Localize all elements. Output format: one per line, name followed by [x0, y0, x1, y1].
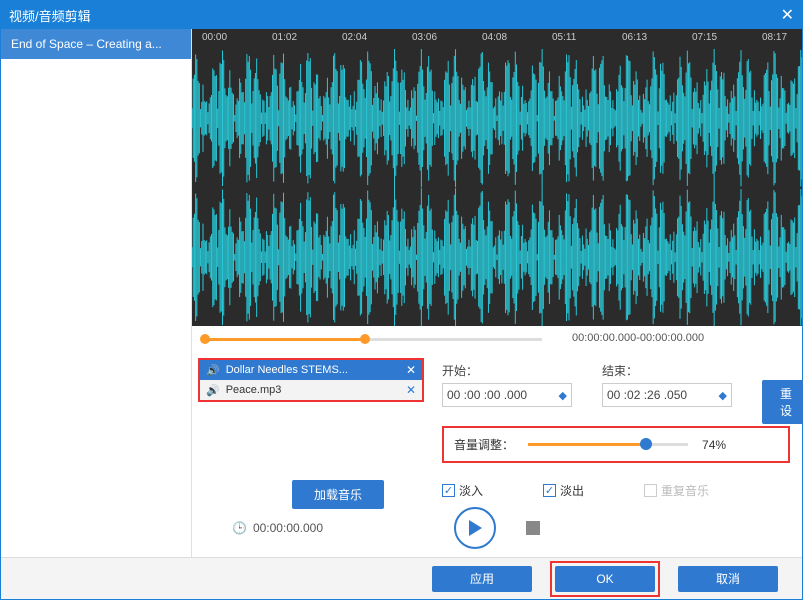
volume-label: 音量调整：: [454, 436, 514, 453]
waveform-left-icon: [192, 49, 802, 188]
ruler-tick: 00:00: [202, 32, 227, 43]
sidebar-item-label: End of Space – Creating a...: [11, 37, 162, 51]
music-item[interactable]: 🔊 Peace.mp3 ✕: [200, 380, 422, 400]
spinner-icon[interactable]: ◆: [719, 389, 727, 402]
music-list: 🔊 Dollar Needles STEMS... ✕ 🔊 Peace.mp3 …: [198, 358, 424, 402]
ok-button[interactable]: OK: [555, 566, 655, 592]
ruler-tick: 03:06: [412, 32, 437, 43]
speaker-icon: 🔊: [206, 384, 220, 397]
music-item-label: Dollar Needles STEMS...: [226, 364, 348, 376]
waveform-right-icon: [192, 188, 802, 327]
window-title: 视频/音频剪辑: [9, 6, 91, 25]
music-item-selected[interactable]: 🔊 Dollar Needles STEMS... ✕: [200, 360, 422, 380]
end-time-input[interactable]: 00 :02 :26 .050 ◆: [602, 383, 732, 407]
range-handle-end[interactable]: [360, 334, 370, 344]
ruler-tick: 08:17: [762, 32, 787, 43]
close-icon[interactable]: ✕: [781, 5, 794, 25]
volume-slider[interactable]: [528, 443, 688, 446]
sidebar-item[interactable]: End of Space – Creating a...: [1, 29, 191, 59]
waveform-display[interactable]: [192, 49, 802, 326]
titlebar: 视频/音频剪辑 ✕: [1, 1, 802, 29]
fadeout-checkbox[interactable]: ✓ 淡出: [543, 482, 584, 499]
play-icon: [467, 519, 483, 537]
sidebar: End of Space – Creating a...: [1, 29, 192, 557]
fadein-checkbox[interactable]: ✓ 淡入: [442, 482, 483, 499]
load-music-button[interactable]: 加载音乐: [292, 480, 384, 509]
cancel-button[interactable]: 取消: [678, 566, 778, 592]
checkbox-empty-icon: [644, 484, 657, 497]
checkmark-icon: ✓: [442, 484, 455, 497]
start-time-value: 00 :00 :00 .000: [447, 388, 527, 402]
range-fill: [204, 338, 364, 341]
ruler-tick: 01:02: [272, 32, 297, 43]
range-handle-start[interactable]: [200, 334, 210, 344]
speaker-icon: 🔊: [206, 364, 220, 377]
main-panel: 00:00 01:02 02:04 03:06 04:08 05:11 06:1…: [192, 29, 802, 557]
clock-icon: 🕒: [232, 521, 247, 535]
music-item-label: Peace.mp3: [226, 384, 282, 396]
range-selector[interactable]: 00:00:00.000-00:00:00.000: [192, 326, 802, 356]
repeat-label: 重复音乐: [661, 482, 709, 499]
checkmark-icon: ✓: [543, 484, 556, 497]
apply-button[interactable]: 应用: [432, 566, 532, 592]
fadeout-label: 淡出: [560, 482, 584, 499]
timeline-ruler[interactable]: 00:00 01:02 02:04 03:06 04:08 05:11 06:1…: [192, 29, 802, 49]
start-time-input[interactable]: 00 :00 :00 .000 ◆: [442, 383, 572, 407]
playback-clock: 🕒 00:00:00.000: [232, 521, 323, 535]
spinner-icon[interactable]: ◆: [559, 389, 567, 402]
ruler-tick: 06:13: [622, 32, 647, 43]
ruler-tick: 04:08: [482, 32, 507, 43]
ruler-tick: 07:15: [692, 32, 717, 43]
start-label: 开始：: [442, 362, 572, 379]
reset-button[interactable]: 重设: [762, 380, 803, 424]
volume-handle[interactable]: [640, 438, 652, 450]
volume-value: 74%: [702, 438, 726, 452]
fadein-label: 淡入: [459, 482, 483, 499]
end-time-value: 00 :02 :26 .050: [607, 388, 687, 402]
range-time-label: 00:00:00.000-00:00:00.000: [572, 332, 704, 344]
ruler-tick: 02:04: [342, 32, 367, 43]
ruler-tick: 05:11: [552, 32, 576, 43]
play-button[interactable]: [454, 507, 496, 549]
footer: 应用 OK 取消: [1, 557, 802, 599]
repeat-checkbox: 重复音乐: [644, 482, 709, 499]
end-label: 结束：: [602, 362, 732, 379]
stop-button[interactable]: [526, 521, 540, 535]
volume-row: 音量调整： 74%: [442, 426, 790, 463]
remove-icon[interactable]: ✕: [406, 363, 416, 377]
clock-value: 00:00:00.000: [253, 521, 323, 535]
remove-icon[interactable]: ✕: [406, 383, 416, 397]
volume-fill: [528, 443, 646, 446]
